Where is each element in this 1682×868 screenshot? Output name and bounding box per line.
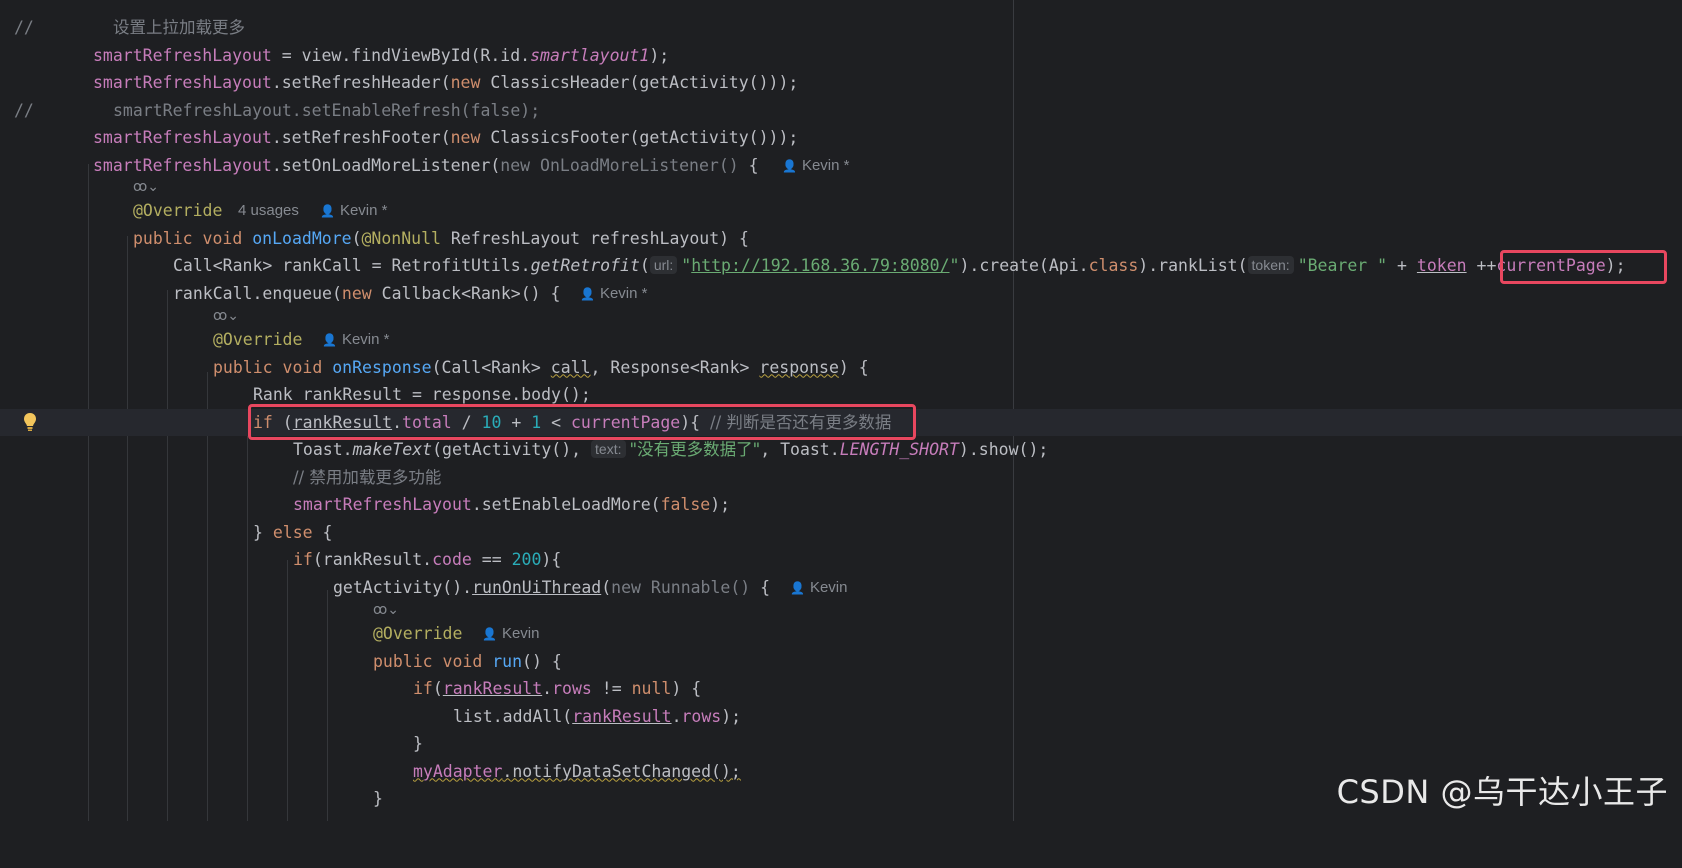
highlight-box-if-condition [248, 404, 916, 440]
author-hint[interactable]: 👤 Kevin * [320, 197, 387, 226]
highlight-box-current-page [1500, 250, 1667, 284]
parameter-hint-url: url: [649, 256, 678, 274]
user-icon: 👤 [790, 580, 805, 595]
code-text: smartRefreshLayout.setEnableLoadMore(fal… [293, 495, 731, 514]
code-text: Call<Rank> rankCall = RetrofitUtils.getR… [173, 256, 1626, 275]
user-icon: 👤 [580, 286, 595, 301]
code-line-8[interactable]: @Override 4 usages 👤 Kevin * [0, 197, 1682, 225]
code-text: } [373, 789, 383, 808]
code-line-9[interactable]: public void onLoadMore(@NonNull RefreshL… [0, 225, 1682, 253]
code-text: if(rankResult.rows != null) { [413, 679, 702, 698]
user-icon: 👤 [782, 158, 797, 173]
code-text: public void run() { [373, 651, 562, 671]
author-hint[interactable]: 👤 Kevin [482, 620, 539, 649]
watermark: CSDN @乌干达小王子 [1336, 773, 1668, 811]
code-comment: smartRefreshLayout.setEnableRefresh(fals… [113, 100, 541, 120]
url-link: http://192.168.36.79:8080/ [691, 256, 950, 275]
code-line-4[interactable]: // smartRefreshLayout.setEnableRefresh(f… [0, 97, 1682, 125]
code-comment: 设置上拉加载更多 [113, 18, 245, 37]
code-line-14[interactable]: public void onResponse(Call<Rank> call, … [0, 354, 1682, 382]
code-text: @Override [133, 201, 223, 220]
code-text: public void onResponse(Call<Rank> call, … [213, 357, 869, 377]
comment-marker: // [14, 18, 34, 37]
comment-marker: // [14, 100, 34, 120]
code-line-13[interactable]: @Override 👤 Kevin * [0, 326, 1682, 354]
code-text: public void onLoadMore(@NonNull RefreshL… [133, 228, 749, 248]
code-text: smartRefreshLayout = view.findViewById(R… [93, 45, 670, 65]
author-hint[interactable]: 👤 Kevin * [322, 326, 389, 355]
user-icon: 👤 [320, 204, 335, 218]
user-icon: 👤 [482, 627, 497, 641]
code-text: } else { [253, 522, 333, 542]
code-line-27[interactable]: list.addAll(rankResult.rows); [0, 703, 1682, 731]
code-line-10[interactable]: Call<Rank> rankCall = RetrofitUtils.getR… [0, 252, 1682, 280]
code-line-28[interactable]: } [0, 730, 1682, 758]
code-text: smartRefreshLayout.setRefreshFooter(new … [93, 128, 799, 147]
code-text: list.addAll(rankResult.rows); [453, 706, 742, 726]
code-line-5[interactable]: smartRefreshLayout.setRefreshFooter(new … [0, 124, 1682, 152]
code-text: @Override [373, 624, 463, 643]
parameter-hint-text: text: [591, 440, 626, 458]
usages-link[interactable]: 4 usages [238, 197, 299, 225]
code-text: @Override [213, 330, 303, 349]
code-text: smartRefreshLayout.setRefreshHeader(new … [93, 73, 799, 92]
code-line-1[interactable]: // 设置上拉加载更多 [0, 14, 1682, 42]
code-line-18[interactable]: // 禁用加载更多功能 [0, 464, 1682, 492]
code-line-26[interactable]: if(rankResult.rows != null) { [0, 675, 1682, 703]
code-line-17[interactable]: Toast.makeText(getActivity(), text: "没有更多… [0, 436, 1682, 464]
parameter-hint-token: token: [1247, 256, 1294, 274]
code-line-20[interactable]: } else { [0, 519, 1682, 547]
lightbulb-icon[interactable] [23, 412, 37, 432]
code-text: Toast.makeText(getActivity(), text: "没有更多… [293, 440, 1049, 459]
user-icon: 👤 [322, 333, 337, 347]
code-comment: // 禁用加载更多功能 [293, 467, 442, 487]
code-text: myAdapter.notifyDataSetChanged(); [413, 761, 741, 781]
code-line-3[interactable]: smartRefreshLayout.setRefreshHeader(new … [0, 69, 1682, 97]
code-line-21[interactable]: if(rankResult.code == 200){ [0, 546, 1682, 574]
code-text: if(rankResult.code == 200){ [293, 550, 562, 569]
code-line-2[interactable]: smartRefreshLayout = view.findViewById(R… [0, 42, 1682, 70]
code-text: } [413, 734, 423, 753]
code-line-19[interactable]: smartRefreshLayout.setEnableLoadMore(fal… [0, 491, 1682, 519]
code-line-25[interactable]: public void run() { [0, 648, 1682, 676]
code-editor[interactable]: // 设置上拉加载更多 smartRefreshLayout = view.fi… [0, 0, 1682, 821]
code-line-24[interactable]: @Override 👤 Kevin [0, 620, 1682, 648]
